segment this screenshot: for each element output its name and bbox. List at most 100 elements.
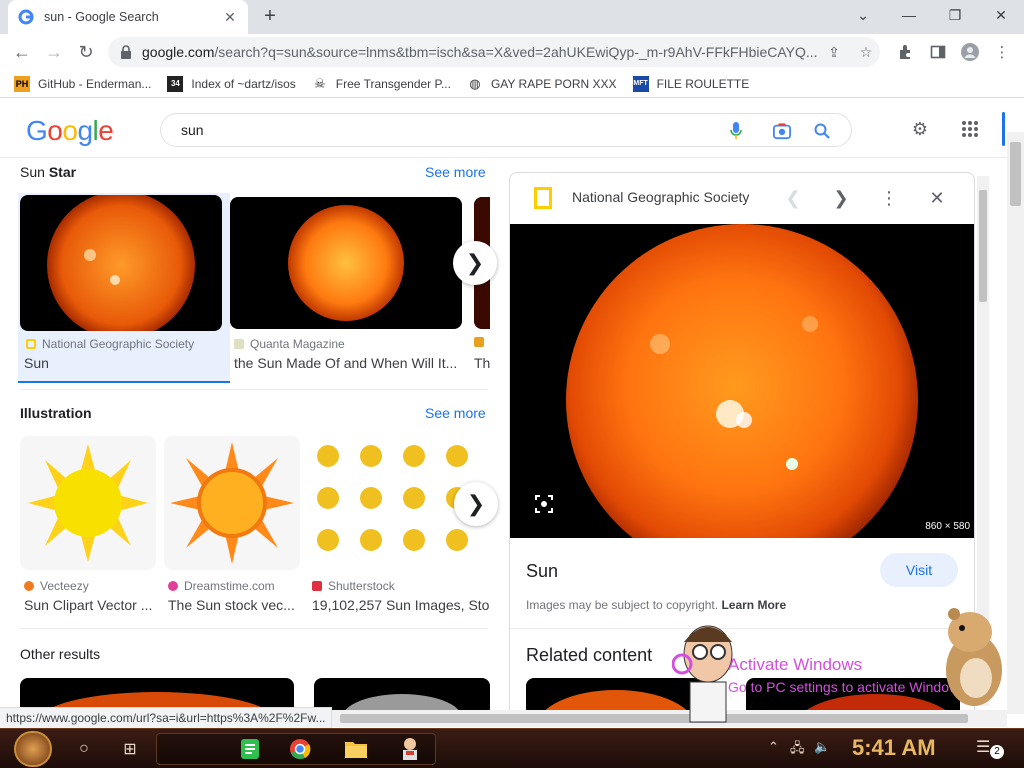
close-panel-icon[interactable]: ✕ bbox=[926, 187, 948, 209]
sun-clipart-thumbnail[interactable] bbox=[20, 436, 156, 570]
next-image-icon[interactable]: ❯ bbox=[830, 187, 852, 209]
carousel-next-button[interactable]: ❯ bbox=[453, 241, 497, 285]
tab-title: sun - Google Search bbox=[44, 10, 159, 24]
search-query[interactable]: sun bbox=[181, 122, 204, 138]
file-explorer-icon[interactable] bbox=[344, 737, 368, 761]
result-caption[interactable]: 19,102,257 Sun Images, Sto bbox=[312, 597, 490, 613]
result-caption[interactable]: Sun bbox=[24, 355, 224, 371]
copyright-notice: Images may be subject to copyright. Lear… bbox=[526, 598, 787, 612]
natgeo-logo-icon bbox=[534, 187, 552, 209]
index-icon: 34 bbox=[167, 75, 184, 92]
cortana-search-icon[interactable]: ○ bbox=[70, 735, 98, 763]
page-vertical-scrollbar[interactable] bbox=[1007, 132, 1024, 714]
show-hidden-icons-icon[interactable]: ⌃ bbox=[768, 739, 779, 755]
tab-google-search[interactable]: sun - Google Search ✕ bbox=[8, 0, 248, 34]
previous-image-icon[interactable]: ❮ bbox=[782, 187, 804, 209]
shutterstock-favicon-icon bbox=[312, 581, 322, 591]
address-bar[interactable]: google.com/search?q=sun&source=lnms&tbm=… bbox=[108, 37, 880, 67]
bookmark-dartz-isos[interactable]: 34 Index of ~dartz/isos bbox=[167, 75, 296, 92]
close-window-button[interactable]: ✕ bbox=[978, 0, 1024, 30]
minimize-button[interactable]: — bbox=[886, 0, 932, 30]
sun-thumbnail[interactable] bbox=[314, 678, 490, 712]
page-scrollbar-thumb[interactable] bbox=[1010, 142, 1021, 206]
section-title-other-results: Other results bbox=[20, 646, 101, 662]
new-tab-button[interactable]: + bbox=[258, 4, 282, 28]
search-input[interactable]: sun bbox=[160, 113, 852, 147]
account-edge-indicator bbox=[1002, 112, 1005, 146]
back-button[interactable]: ← bbox=[8, 38, 36, 66]
google-logo[interactable]: Google bbox=[26, 115, 114, 147]
user-app-icon[interactable] bbox=[398, 737, 422, 761]
natgeo-favicon-icon bbox=[26, 339, 36, 349]
lens-search-icon[interactable] bbox=[534, 494, 554, 514]
sun-thumbnail[interactable] bbox=[230, 197, 462, 329]
image-dimensions: 860 × 580 bbox=[925, 521, 970, 532]
more-options-icon[interactable]: ⋮ bbox=[878, 187, 900, 209]
start-button[interactable] bbox=[14, 731, 52, 767]
learn-more-link[interactable]: Learn More bbox=[721, 598, 786, 612]
extensions-icon[interactable] bbox=[896, 42, 916, 62]
visit-button[interactable]: Visit bbox=[880, 553, 958, 587]
hamster-mascot-icon bbox=[946, 608, 1002, 706]
network-icon[interactable]: 🖧 bbox=[790, 739, 805, 761]
profile-avatar[interactable] bbox=[960, 42, 980, 62]
tab-search-icon[interactable]: ⌄ bbox=[840, 0, 886, 30]
image-result-card[interactable]: Th bbox=[472, 193, 490, 383]
result-source: Dreamstime.com bbox=[168, 579, 275, 593]
google-favicon-icon bbox=[18, 9, 34, 25]
bookmark-free-p[interactable]: ☠ Free Transgender P... bbox=[312, 76, 451, 92]
image-result-card[interactable]: Quanta Magazine the Sun Made Of and When… bbox=[230, 193, 466, 383]
image-result-card[interactable]: National Geographic Society Sun bbox=[18, 193, 230, 383]
restore-button[interactable]: ❐ bbox=[932, 0, 978, 30]
tab-close-icon[interactable]: ✕ bbox=[222, 9, 238, 26]
carousel-next-button[interactable]: ❯ bbox=[454, 482, 498, 526]
section-title-sun-star: Sun Star bbox=[20, 164, 77, 180]
see-more-link-star[interactable]: See more bbox=[425, 164, 486, 180]
url-host: google.com bbox=[142, 44, 215, 60]
forward-button[interactable]: → bbox=[40, 38, 68, 66]
reload-button[interactable]: ↻ bbox=[72, 38, 100, 66]
see-more-link-illustration[interactable]: See more bbox=[425, 405, 486, 421]
result-caption[interactable]: Th bbox=[474, 355, 490, 371]
vecteezy-favicon-icon bbox=[24, 581, 34, 591]
bookmark-xxx[interactable]: ◍ GAY RAPE PORN XXX bbox=[467, 76, 617, 92]
bookmarks-bar: PH GitHub - Enderman... 34 Index of ~dar… bbox=[0, 70, 1024, 98]
panel-scrollbar-thumb[interactable] bbox=[979, 190, 987, 302]
ph-icon: PH bbox=[14, 75, 30, 92]
bookmark-label: GAY RAPE PORN XXX bbox=[490, 76, 617, 91]
bookmark-github[interactable]: PH GitHub - Enderman... bbox=[14, 75, 151, 92]
taskbar-clock[interactable]: 5:41 AM bbox=[852, 735, 936, 761]
horizontal-scrollbar-thumb[interactable] bbox=[340, 714, 968, 723]
sun-thumbnail[interactable] bbox=[20, 195, 222, 331]
bookmark-file-roulette[interactable]: MFT FILE ROULETTE bbox=[632, 75, 749, 92]
side-panel-icon[interactable] bbox=[928, 42, 948, 62]
share-icon[interactable]: ⇪ bbox=[826, 44, 842, 60]
bookmark-star-icon[interactable]: ☆ bbox=[858, 44, 874, 60]
related-content-heading: Related content bbox=[526, 645, 653, 665]
microphone-icon[interactable] bbox=[727, 122, 745, 140]
preview-image[interactable]: 860 × 580 bbox=[510, 224, 974, 538]
notes-app-icon[interactable] bbox=[238, 737, 262, 761]
site-favicon-icon bbox=[474, 337, 484, 347]
result-caption[interactable]: Sun Clipart Vector ... bbox=[24, 597, 156, 613]
activate-windows-title: Activate Windows bbox=[728, 655, 863, 674]
volume-icon[interactable]: 🔈 bbox=[814, 739, 830, 755]
search-icon[interactable] bbox=[813, 122, 831, 140]
action-center-icon[interactable]: ☰ bbox=[976, 737, 990, 757]
browser-menu-icon[interactable]: ⋮ bbox=[992, 42, 1012, 62]
mft-icon: MFT bbox=[632, 75, 649, 92]
task-view-icon[interactable]: ⊞ bbox=[116, 735, 144, 763]
result-caption[interactable]: the Sun Made Of and When Will It... bbox=[234, 355, 460, 371]
address-text[interactable]: google.com/search?q=sun&source=lnms&tbm=… bbox=[142, 44, 822, 60]
chrome-app-icon[interactable] bbox=[288, 737, 312, 761]
preview-title[interactable]: Sun bbox=[526, 561, 558, 582]
result-source: National Geographic Society bbox=[26, 337, 194, 351]
camera-lens-icon[interactable] bbox=[773, 122, 791, 140]
result-caption[interactable]: The Sun stock vec... bbox=[168, 597, 300, 613]
bookmark-label: Index of ~dartz/isos bbox=[191, 76, 296, 91]
panel-source[interactable]: National Geographic Society bbox=[572, 189, 749, 205]
browser-toolbar: ← → ↻ google.com/search?q=sun&source=lnm… bbox=[0, 34, 1024, 70]
settings-gear-icon[interactable]: ⚙ bbox=[908, 117, 932, 141]
apps-grid-icon[interactable] bbox=[958, 117, 982, 141]
sun-stock-thumbnail[interactable] bbox=[164, 436, 300, 570]
